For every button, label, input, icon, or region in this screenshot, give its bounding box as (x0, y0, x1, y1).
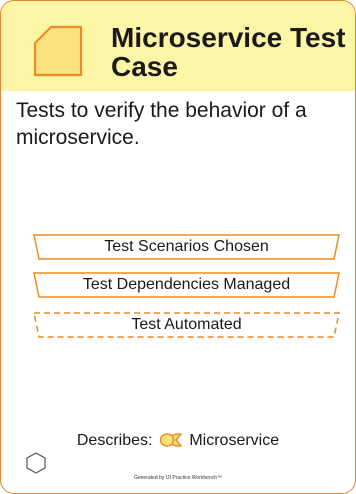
card-title: Microservice Test Case (111, 22, 346, 82)
describes-prefix: Describes: (76, 432, 153, 449)
work-product-icon (33, 25, 83, 82)
describes-line: Describes: Microservice (1, 431, 355, 454)
state-label: Test Scenarios Chosen (104, 238, 269, 255)
footer-credit: Generated by IJI Practice Workbench™ (133, 475, 222, 481)
state-label: Test Automated (131, 316, 242, 333)
state-test-automated: Test Automated (33, 312, 340, 338)
card-header: Microservice Test Case (1, 1, 355, 91)
state-test-scenarios-chosen: Test Scenarios Chosen (33, 234, 340, 260)
describes-target: Microservice (189, 432, 280, 449)
alpha-icon (159, 432, 183, 454)
state-test-dependencies-managed: Test Dependencies Managed (33, 272, 340, 298)
state-label: Test Dependencies Managed (82, 276, 291, 293)
card-description: Tests to verify the behavior of a micros… (16, 99, 307, 149)
practice-card: Microservice Test Case Tests to verify t… (0, 0, 356, 494)
